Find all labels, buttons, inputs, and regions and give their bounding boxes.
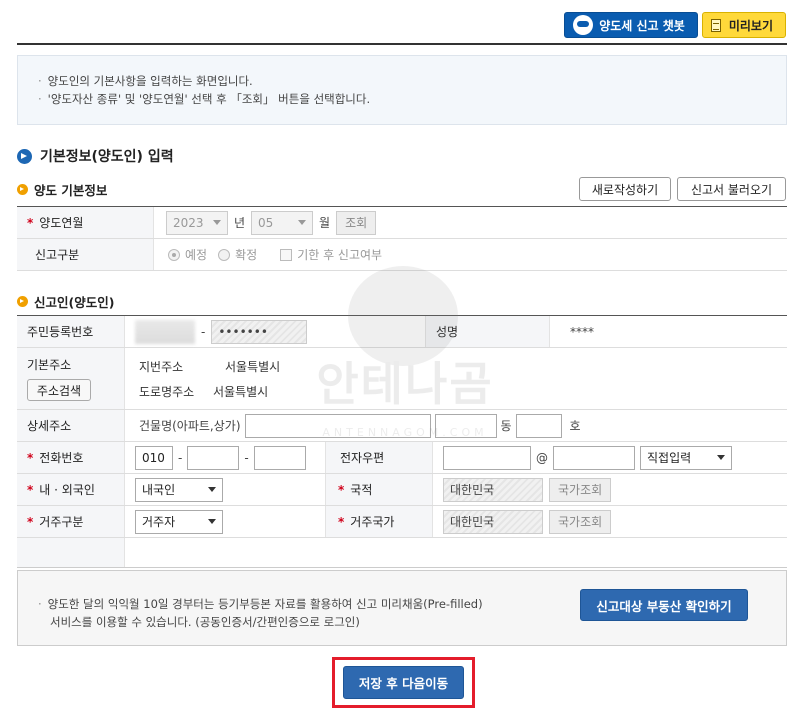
address-search-button[interactable]: 주소검색 <box>27 379 91 401</box>
email-id-input[interactable] <box>443 445 531 470</box>
phone-middle-input[interactable] <box>187 445 240 470</box>
name-header: 성명 <box>425 316 550 347</box>
radio-final[interactable] <box>218 248 231 261</box>
save-next-button[interactable]: 저장 후 다음이동 <box>343 666 464 699</box>
rrn-header: 주민등록번호 <box>17 316 125 347</box>
name-value: **** <box>570 324 594 339</box>
guide-box: 양도인의 기본사항을 입력하는 화면입니다. '양도자산 종류' 및 '양도연월… <box>17 55 787 125</box>
reporter-title: 신고인(양도인) <box>17 292 114 311</box>
transfer-info-title: 양도 기본정보 <box>17 180 107 199</box>
detail-address-header: 상세주소 <box>17 410 125 441</box>
top-toolbar: 양도세 신고 챗봇 미리보기 <box>564 12 786 38</box>
phone-header: * 전화번호 <box>17 442 125 473</box>
arrow-circle-icon <box>17 148 32 164</box>
radio-scheduled[interactable] <box>168 248 180 261</box>
chevron-down-icon <box>298 220 307 225</box>
residence-country-header: * 거주국가 <box>325 506 433 537</box>
check-property-button[interactable]: 신고대상 부동산 확인하기 <box>580 589 748 621</box>
email-domain-input[interactable] <box>553 445 635 470</box>
country-header: * 국적 <box>325 474 433 505</box>
country-search-button[interactable]: 국가조회 <box>549 477 612 502</box>
transfer-info-table: * 양도연월 2023 년 05 월 조회 신고구분 예정 확정 기한 후 신고여… <box>17 206 787 271</box>
transfer-date-header: * 양도연월 <box>17 207 154 238</box>
rrn-front-masked <box>135 319 195 344</box>
phone-prefix-input[interactable]: 010 <box>135 445 173 470</box>
country-input: 대한민국 <box>443 477 543 502</box>
residence-type-header: * 거주구분 <box>17 506 125 537</box>
prefill-notice-box: · 양도한 달의 익익월 10일 경부터는 등기부등본 자료를 활용하여 신고 미… <box>17 570 787 646</box>
chatbot-label: 양도세 신고 챗봇 <box>599 18 685 33</box>
after-deadline-checkbox[interactable] <box>280 248 293 261</box>
preview-button[interactable]: 미리보기 <box>701 12 786 38</box>
rrn-back-input[interactable]: ••••••• <box>211 319 308 344</box>
section-title: 기본정보(양도인) 입력 <box>17 146 174 166</box>
month-select[interactable]: 05 <box>251 210 314 235</box>
chevron-down-icon <box>208 487 216 492</box>
bullet-icon <box>17 184 28 195</box>
year-select[interactable]: 2023 <box>166 210 228 235</box>
bullet-icon <box>17 296 28 307</box>
preview-label: 미리보기 <box>728 18 773 33</box>
chatbot-icon <box>573 15 594 35</box>
query-button[interactable]: 조회 <box>336 210 377 235</box>
road-address-value: 서울특별시 <box>213 384 269 399</box>
chevron-down-icon <box>208 519 216 524</box>
ho-input[interactable] <box>515 413 562 438</box>
address-header: 기본주소 주소검색 <box>17 348 125 409</box>
notice-line: 양도한 달의 익익월 10일 경부터는 등기부등본 자료를 활용하여 신고 미리… <box>47 597 483 611</box>
residence-type-select[interactable]: 거주자 <box>135 509 223 534</box>
dong-input[interactable] <box>434 413 497 438</box>
residence-country-search-button[interactable]: 국가조회 <box>549 509 612 534</box>
new-write-button[interactable]: 새로작성하기 <box>579 177 671 201</box>
building-name-input[interactable] <box>244 413 431 438</box>
document-icon <box>710 18 721 32</box>
header-divider <box>17 43 787 45</box>
chevron-down-icon <box>213 220 221 225</box>
jibun-address-value: 서울특별시 <box>225 359 281 374</box>
chevron-down-icon <box>717 455 725 460</box>
reporter-table: 주민등록번호 - ••••••• 성명 **** 기본주소 주소검색 지번주소 서… <box>17 315 787 568</box>
email-header: 전자우편 <box>325 442 433 473</box>
phone-last-input[interactable] <box>253 445 306 470</box>
load-return-button[interactable]: 신고서 불러오기 <box>677 177 786 201</box>
guide-line: 양도인의 기본사항을 입력하는 화면입니다. <box>38 72 786 90</box>
email-domain-select[interactable]: 직접입력 <box>640 445 732 470</box>
save-highlight: 저장 후 다음이동 <box>332 657 475 708</box>
notice-line: 서비스를 이용할 수 있습니다. (공동인증서/간편인증으로 로그인) <box>50 615 360 629</box>
guide-line: '양도자산 종류' 및 '양도연월' 선택 후 「조회」 버튼을 선택합니다. <box>38 90 786 108</box>
nationality-type-header: * 내 · 외국인 <box>17 474 125 505</box>
nationality-type-select[interactable]: 내국인 <box>135 477 223 502</box>
report-type-header: 신고구분 <box>17 239 154 270</box>
residence-country-input: 대한민국 <box>443 509 543 534</box>
chatbot-button[interactable]: 양도세 신고 챗봇 <box>564 12 698 38</box>
